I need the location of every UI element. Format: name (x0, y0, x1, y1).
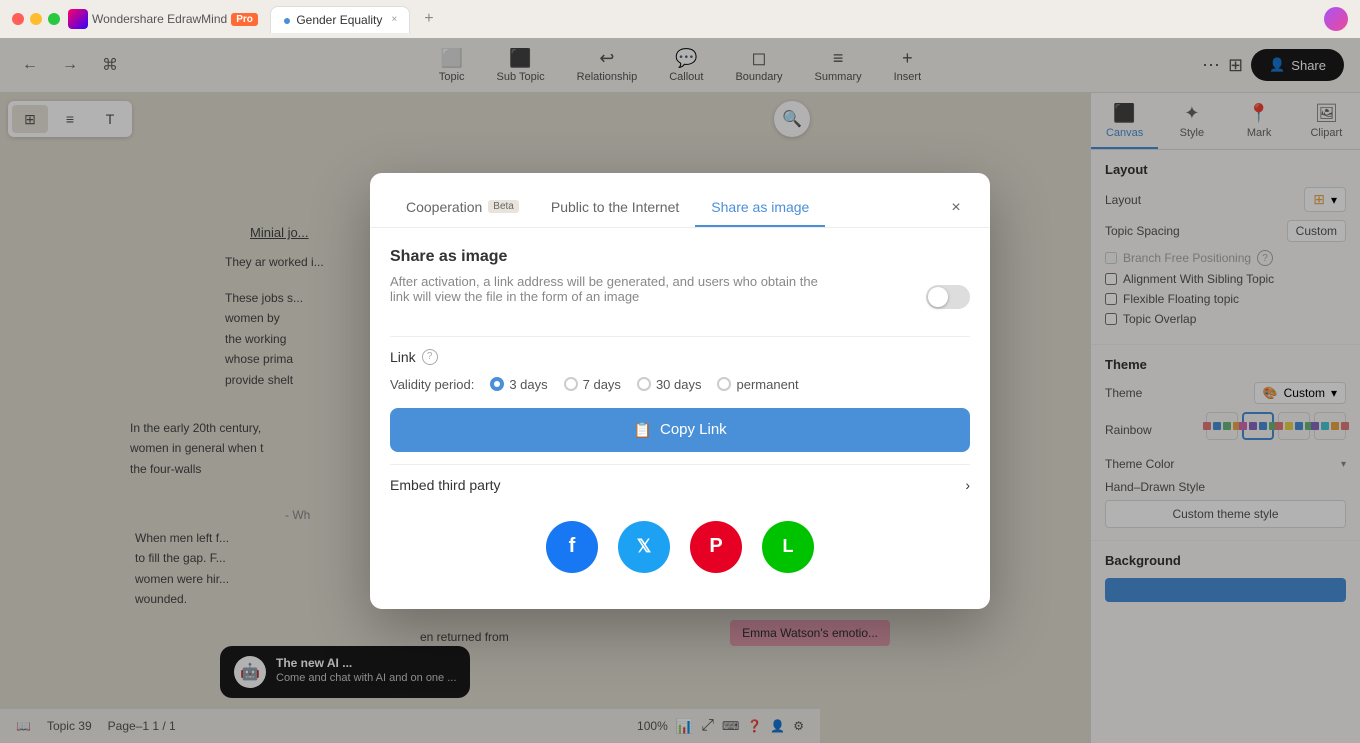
add-tab-button[interactable]: + (424, 10, 433, 28)
option-permanent-label: permanent (736, 377, 798, 392)
titlebar: Wondershare EdrawMind Pro ● Gender Equal… (0, 0, 1360, 38)
line-share-button[interactable]: L (762, 521, 814, 573)
link-label: Link (390, 349, 416, 365)
radio-permanent (717, 377, 731, 391)
share-image-tab[interactable]: Share as image (695, 189, 825, 227)
cooperation-tab[interactable]: Cooperation Beta (390, 189, 535, 227)
titlebar-right (1324, 7, 1348, 31)
cooperation-label: Cooperation (406, 199, 482, 215)
embed-third-party-row[interactable]: Embed third party › (390, 464, 970, 505)
copy-link-icon: 📋 (633, 421, 652, 439)
twitter-icon: 𝕏 (637, 536, 652, 557)
modal-body: Share as image After activation, a link … (370, 228, 990, 609)
toggle-row: After activation, a link address will be… (390, 274, 970, 320)
traffic-lights (12, 13, 60, 25)
radio-30days (637, 377, 651, 391)
option-3days[interactable]: 3 days (490, 377, 547, 392)
validity-row: Validity period: 3 days 7 days 30 days p… (390, 377, 970, 392)
line-icon: L (783, 536, 794, 557)
share-toggle[interactable] (926, 285, 970, 309)
document-tab[interactable]: ● Gender Equality × (270, 6, 410, 33)
divider-1 (390, 336, 970, 337)
modal-tabs: Cooperation Beta Public to the Internet … (390, 189, 942, 227)
pro-badge: Pro (231, 13, 258, 26)
facebook-icon: f (569, 535, 576, 558)
facebook-share-button[interactable]: f (546, 521, 598, 573)
embed-label: Embed third party (390, 477, 501, 493)
share-as-image-title: Share as image (390, 248, 970, 266)
app-logo-icon (68, 9, 88, 29)
link-row: Link ? (390, 349, 970, 365)
tab-close-button[interactable]: × (391, 14, 397, 25)
public-internet-tab[interactable]: Public to the Internet (535, 189, 695, 227)
app-brand: Wondershare EdrawMind Pro (68, 9, 258, 29)
document-title: Gender Equality (296, 13, 382, 27)
share-image-label: Share as image (711, 199, 809, 215)
share-description: After activation, a link address will be… (390, 274, 830, 304)
radio-7days (564, 377, 578, 391)
minimize-window-button[interactable] (30, 13, 42, 25)
modal-close-button[interactable]: × (942, 194, 970, 222)
user-avatar[interactable] (1324, 7, 1348, 31)
modal-header: Cooperation Beta Public to the Internet … (370, 173, 990, 228)
option-permanent[interactable]: permanent (717, 377, 798, 392)
copy-link-button[interactable]: 📋 Copy Link (390, 408, 970, 452)
close-window-button[interactable] (12, 13, 24, 25)
option-30days-label: 30 days (656, 377, 702, 392)
option-3days-label: 3 days (509, 377, 547, 392)
maximize-window-button[interactable] (48, 13, 60, 25)
option-30days[interactable]: 30 days (637, 377, 702, 392)
twitter-share-button[interactable]: 𝕏 (618, 521, 670, 573)
option-7days[interactable]: 7 days (564, 377, 621, 392)
radio-3days-checked (490, 377, 504, 391)
public-label: Public to the Internet (551, 199, 679, 215)
social-share-row: f 𝕏 P L (390, 505, 970, 589)
option-7days-label: 7 days (583, 377, 621, 392)
app-name-label: Wondershare EdrawMind (92, 12, 227, 26)
copy-link-label: Copy Link (660, 421, 727, 438)
embed-chevron-icon: › (965, 477, 970, 493)
toggle-knob (928, 287, 948, 307)
share-modal: Cooperation Beta Public to the Internet … (370, 173, 990, 609)
pinterest-icon: P (709, 535, 722, 558)
beta-badge: Beta (488, 200, 519, 213)
link-help-icon: ? (422, 349, 438, 365)
pinterest-share-button[interactable]: P (690, 521, 742, 573)
validity-label: Validity period: (390, 377, 474, 392)
modal-overlay[interactable]: Cooperation Beta Public to the Internet … (0, 38, 1360, 743)
